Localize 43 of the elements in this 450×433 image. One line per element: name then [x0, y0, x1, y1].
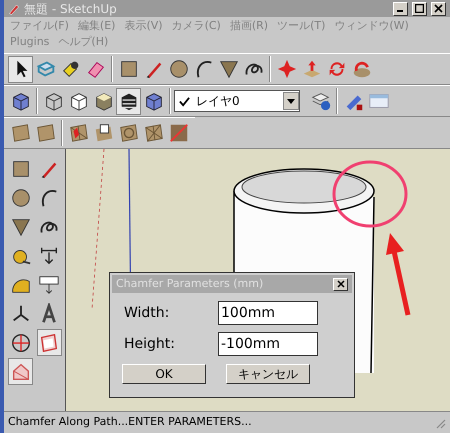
minimize-button[interactable]: [393, 2, 408, 16]
resize-grip-icon: [434, 416, 446, 428]
menu-item[interactable]: ファイル(F): [10, 19, 69, 33]
window-title: 無題 - SketchUp: [24, 2, 117, 14]
checkmark-icon: [179, 96, 190, 106]
section-plane-icon[interactable]: [38, 332, 60, 354]
menu-item[interactable]: ウィンドウ(W): [334, 19, 409, 33]
close-button[interactable]: [333, 278, 348, 290]
status-text: Chamfer Along Path...ENTER PARAMETERS...: [8, 414, 253, 430]
menu-item[interactable]: Plugins: [10, 35, 50, 49]
pencil-logo-icon: [8, 2, 20, 14]
move-icon[interactable]: [276, 58, 298, 80]
field-label: Width:: [124, 304, 170, 322]
triangle-icon[interactable]: [218, 58, 240, 80]
layer-dropdown[interactable]: レイヤ0: [174, 90, 300, 112]
maximize-icon: [415, 4, 424, 13]
close-icon: [336, 280, 344, 288]
diagonal-face-icon[interactable]: [168, 122, 190, 144]
menu-item[interactable]: 編集(E): [78, 19, 116, 33]
close-button[interactable]: [431, 2, 446, 16]
dialog-button[interactable]: OK: [122, 364, 206, 384]
close-icon: [434, 4, 443, 13]
menu-item[interactable]: カメラ(C): [172, 19, 221, 33]
circle-icon[interactable]: [168, 58, 190, 80]
menu-item[interactable]: ヘルプ(H): [58, 35, 108, 49]
orbit-icon[interactable]: [10, 332, 32, 354]
field-label: Height:: [124, 334, 176, 354]
dialog-button[interactable]: キャンセル: [226, 364, 310, 384]
menu-item[interactable]: 表示(V): [124, 19, 163, 33]
menu-item[interactable]: ツール(T): [277, 19, 326, 33]
maximize-button[interactable]: [412, 2, 427, 16]
textured-face-icon[interactable]: [10, 122, 32, 144]
input-field[interactable]: -100mm: [218, 332, 318, 356]
text-label-icon[interactable]: [38, 274, 60, 296]
layer-name: レイヤ0: [196, 93, 241, 110]
mesh-face-icon[interactable]: [142, 122, 164, 144]
plain-face-icon[interactable]: [34, 122, 56, 144]
menu-item[interactable]: 描画(R): [230, 19, 268, 33]
dialog-title: Chamfer Parameters (mm): [116, 276, 264, 292]
circle-icon[interactable]: [10, 186, 32, 208]
split-face-icon[interactable]: [68, 122, 90, 144]
input-field[interactable]: 100mm: [218, 301, 318, 325]
face-with-ring-icon[interactable]: [118, 122, 140, 144]
